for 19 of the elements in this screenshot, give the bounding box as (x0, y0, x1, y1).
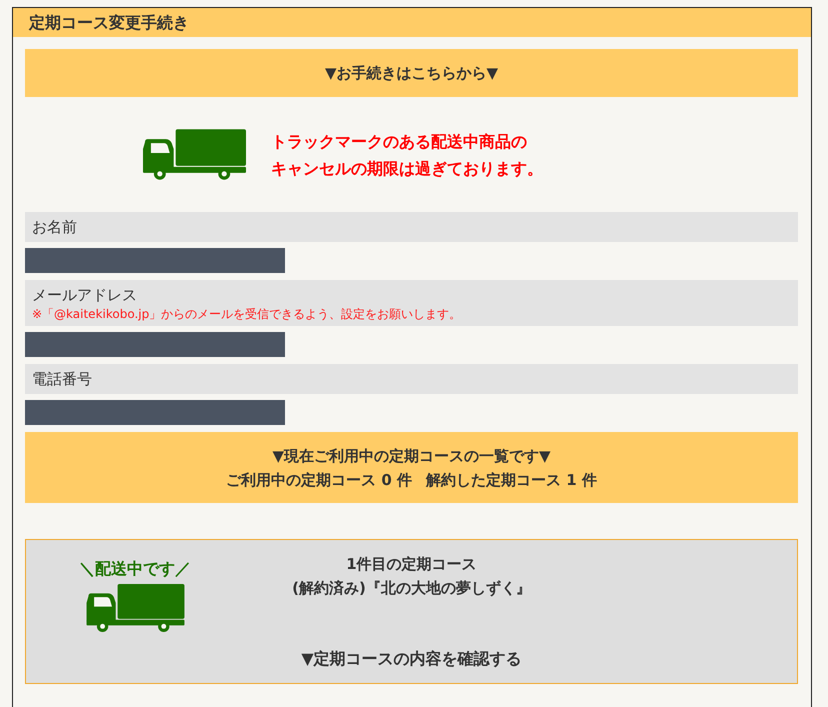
email-note: ※「@kaitekikobo.jp」からのメールを受信できるよう、設定をお願いします。 (32, 306, 462, 322)
field-label: メールアドレス (32, 285, 138, 306)
in-transit-label: ＼配送中です／ (79, 559, 191, 579)
cancellation-notice: トラックマークのある配送中商品の キャンセルの期限は過ぎております。 (271, 130, 543, 180)
cancelled-course-count: 解約した定期コース 1 件 (426, 470, 597, 491)
truck-icon (143, 129, 246, 180)
field-label: 電話番号 (25, 364, 798, 394)
page-title: 定期コース変更手続き (13, 8, 811, 37)
course-title: 1件目の定期コース (345, 554, 478, 575)
section-banner: ▼お手続きはこちらから▼ (25, 49, 798, 97)
input-field[interactable] (25, 248, 285, 273)
summary-heading: ▼現在ご利用中の定期コースの一覧です▼ (271, 446, 552, 467)
course-name: (解約済み)『北の大地の夢しずく』 (292, 578, 531, 599)
truck-icon (84, 584, 186, 632)
field-label: お名前 (25, 212, 798, 242)
input-field[interactable] (25, 400, 285, 425)
active-course-count: ご利用中の定期コース 0 件 (226, 470, 412, 491)
input-field[interactable] (25, 332, 285, 357)
course-details-link[interactable]: ▼定期コースの内容を確認する (301, 647, 522, 671)
